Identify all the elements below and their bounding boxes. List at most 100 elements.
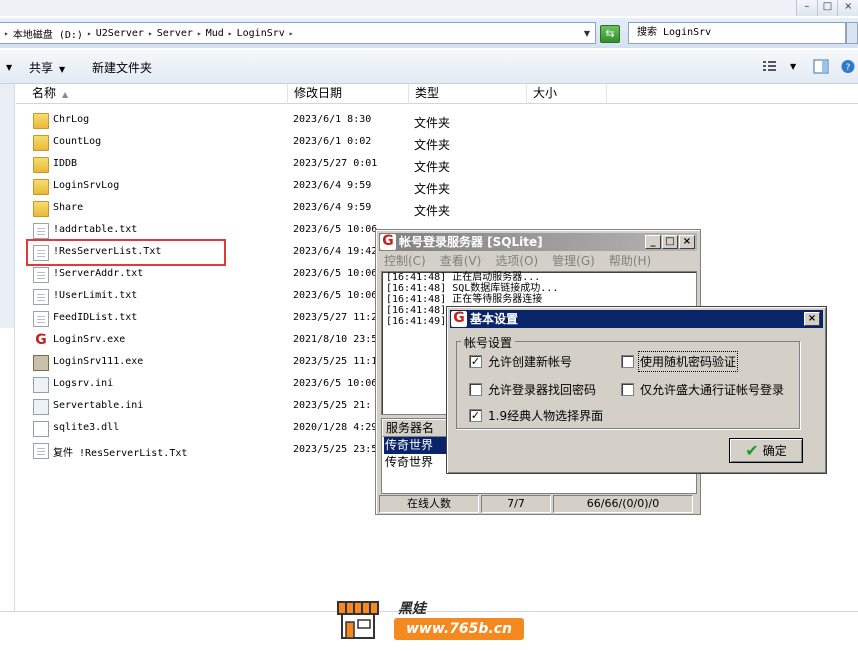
address-bar: ▸ 本地磁盘 (D:) ▸ U2Server ▸ Server ▸ Mud ▸ … [0,18,858,48]
chevron-right-icon[interactable]: ▸ [228,29,233,38]
app-g-icon: G [33,333,49,349]
dll-file-icon [33,421,49,437]
column-date[interactable]: 修改日期 [288,84,409,104]
account-settings-legend: 帐号设置 [461,334,516,351]
file-row[interactable]: IDDB 2023/5/27 0:01 文件夹 [16,154,858,176]
shanda-only-checkbox[interactable]: 仅允许盛大通行证帐号登录 [621,381,784,398]
command-toolbar: ▼ 共享 ▼ 新建文件夹 ▼ ? [0,50,858,84]
new-folder-label: 新建文件夹 [92,61,153,75]
classic-character-select-checkbox[interactable]: ✓ 1.9经典人物选择界面 [469,407,603,424]
file-name[interactable]: LoginSrvLog [53,180,119,191]
watermark-name: 黑娃 [398,601,426,617]
shanda-only-label: 仅允许盛大通行证帐号登录 [640,383,785,397]
toolbar-caret-icon[interactable]: ▼ [0,59,12,73]
view-options-icon[interactable] [762,59,778,74]
file-type: 文件夹 [414,182,451,196]
close-icon[interactable]: × [837,0,858,16]
file-name[interactable]: !UserLimit.txt [53,290,137,301]
column-size-label: 大小 [533,86,558,100]
menu-options[interactable]: 选项(O) [495,252,538,270]
column-type-label: 类型 [415,86,440,100]
column-name[interactable]: 名称 ▲ [26,84,288,104]
file-date: 2023/6/1 8:30 [293,114,372,125]
file-name[interactable]: IDDB [53,158,77,169]
server-list-item[interactable]: 传奇世界 [384,437,448,454]
menu-help[interactable]: 帮助(H) [609,252,651,270]
file-row[interactable]: Share 2023/6/4 9:59 文件夹 [16,198,858,220]
file-name[interactable]: 复件 !ResServerList.Txt [53,444,187,459]
basic-settings-dialog[interactable]: G 基本设置 × 帐号设置 ✓ 允许创建新帐号 使用随机密码验证 允许登录器找回… [446,306,827,474]
minimize-icon[interactable]: _ [645,235,661,249]
random-password-checkbox[interactable]: 使用随机密码验证 [621,351,739,372]
help-icon[interactable]: ? [840,59,856,74]
breadcrumb-mud[interactable]: Mud [206,28,224,39]
watermark: 黑娃 www.765b.cn [334,598,524,644]
settings-dialog-titlebar[interactable]: G 基本设置 × [450,310,823,328]
breadcrumb-server[interactable]: Server [157,28,193,39]
app-g-icon: G [380,234,396,250]
preview-pane-icon[interactable] [813,59,829,74]
file-name[interactable]: CountLog [53,136,101,147]
refresh-button[interactable]: ⇆ [600,25,620,43]
allow-create-account-checkbox[interactable]: ✓ 允许创建新帐号 [469,353,572,370]
breadcrumb-drive[interactable]: 本地磁盘 (D:) [13,26,83,41]
highlight-annotation [26,239,226,266]
file-date: 2023/6/4 9:59 [293,180,372,191]
file-name[interactable]: !addrtable.txt [53,224,137,235]
server-list-item[interactable]: 传奇世界 [384,454,448,471]
address-dropdown-icon[interactable]: ▼ [578,22,596,44]
file-name[interactable]: LoginSrv.exe [53,334,125,345]
file-name[interactable]: ChrLog [53,114,89,125]
new-folder-button[interactable]: 新建文件夹 [92,59,152,76]
file-date: 2023/5/27 0:01 [293,158,378,169]
ok-label: 确定 [762,444,787,458]
chevron-right-icon[interactable]: ▸ [87,29,92,38]
menu-manage[interactable]: 管理(G) [552,252,595,270]
shop-logo-icon [337,601,379,639]
ok-button[interactable]: ✔ 确定 [729,438,803,463]
column-size[interactable]: 大小 [527,84,607,104]
share-button[interactable]: 共享 ▼ [29,59,65,76]
random-password-label: 使用随机密码验证 [637,351,739,372]
view-dropdown-icon[interactable]: ▼ [790,62,796,71]
text-file-icon [33,311,49,327]
chevron-right-icon[interactable]: ▸ [197,29,202,38]
checkbox-unchecked-icon [469,383,482,396]
file-name[interactable]: Share [53,202,83,213]
settings-file-icon [33,377,49,393]
file-row[interactable]: LoginSrvLog 2023/6/4 9:59 文件夹 [16,176,858,198]
close-icon[interactable]: × [804,312,820,326]
navigation-pane[interactable] [0,84,15,611]
file-name[interactable]: LoginSrv111.exe [53,356,143,367]
file-name[interactable]: !ServerAddr.txt [53,268,143,279]
maximize-icon[interactable]: □ [662,235,678,249]
breadcrumb-loginsrv[interactable]: LoginSrv [237,28,285,39]
file-row[interactable]: ChrLog 2023/6/1 8:30 文件夹 [16,110,858,132]
allow-recover-password-label: 允许登录器找回密码 [488,383,597,397]
search-icon[interactable] [846,22,858,44]
file-name[interactable]: Logsrv.ini [53,378,113,389]
window-controls: – □ × [796,0,858,16]
maximize-icon[interactable]: □ [816,0,838,16]
status-online-label: 在线人数 [379,495,479,513]
breadcrumb-u2server[interactable]: U2Server [96,28,144,39]
chevron-right-icon[interactable]: ▸ [289,29,294,38]
login-window-titlebar[interactable]: G 帐号登录服务器 [SQLite] _ □ × [379,233,697,251]
breadcrumb[interactable]: ▸ 本地磁盘 (D:) ▸ U2Server ▸ Server ▸ Mud ▸ … [0,22,596,44]
chevron-right-icon[interactable]: ▸ [148,29,153,38]
file-name[interactable]: Servertable.ini [53,400,143,411]
column-type[interactable]: 类型 [409,84,527,104]
file-date: 2023/5/25 21: [293,400,372,411]
log-line: [16:41:48] 正在等待服务器连接 [386,294,543,305]
search-input[interactable]: 搜索 LoginSrv [628,22,846,44]
server-list-header[interactable]: 服务器名 [382,419,448,437]
file-name[interactable]: sqlite3.dll [53,422,119,433]
refresh-icon: ⇆ [605,27,615,40]
minimize-icon[interactable]: – [796,0,817,16]
file-name[interactable]: FeedIDList.txt [53,312,137,323]
close-icon[interactable]: × [679,235,695,249]
menu-control[interactable]: 控制(C) [384,252,426,270]
file-row[interactable]: CountLog 2023/6/1 0:02 文件夹 [16,132,858,154]
menu-view[interactable]: 查看(V) [440,252,482,270]
allow-recover-password-checkbox[interactable]: 允许登录器找回密码 [469,381,596,398]
